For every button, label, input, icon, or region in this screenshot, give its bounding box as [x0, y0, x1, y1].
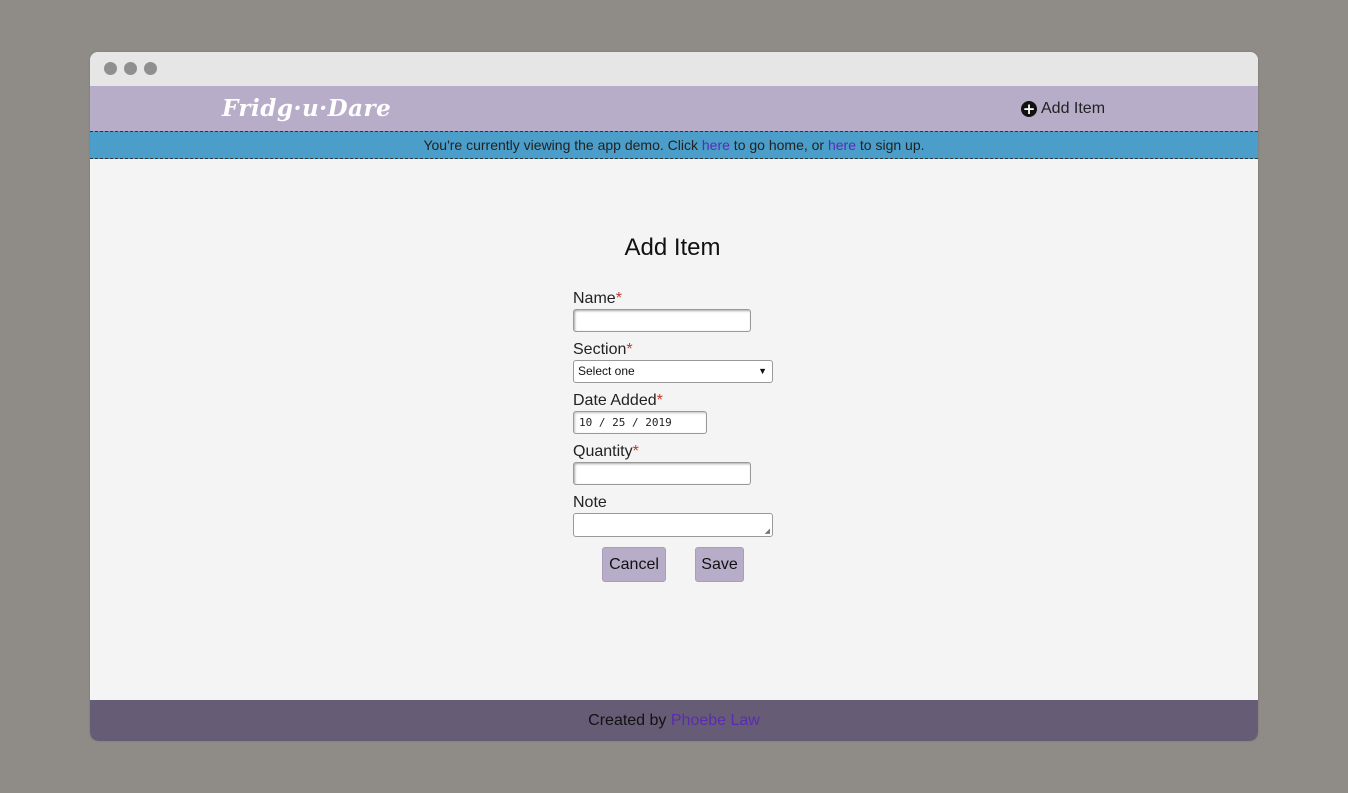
- signup-link[interactable]: here: [828, 137, 856, 153]
- add-item-form: Name* Section* Select one ▼ Date Added* …: [573, 289, 793, 582]
- window-dot-icon: [144, 62, 157, 75]
- required-marker: *: [656, 392, 663, 409]
- footer: Created by Phoebe Law: [90, 700, 1258, 741]
- resize-grip-icon[interactable]: ◢: [765, 528, 770, 535]
- cancel-button[interactable]: Cancel: [602, 547, 666, 582]
- note-label: Note: [573, 494, 607, 511]
- banner-text: to go home, or: [729, 137, 828, 153]
- window-dot-icon: [104, 62, 117, 75]
- dropdown-arrow-icon: ▼: [758, 366, 767, 376]
- banner-text: to sign up.: [856, 137, 925, 153]
- navbar: Fridg·u·Dare + Add Item: [90, 86, 1258, 131]
- required-marker: *: [615, 290, 622, 307]
- required-marker: *: [626, 341, 633, 358]
- form-actions: Cancel Save: [602, 547, 762, 583]
- app-logo[interactable]: Fridg·u·Dare: [222, 95, 391, 122]
- name-label: Name*: [573, 290, 622, 307]
- banner-text: You're currently viewing the app demo. C…: [423, 137, 702, 153]
- author-link[interactable]: Phoebe Law: [671, 712, 760, 729]
- home-link[interactable]: here: [702, 137, 730, 153]
- date-added-input[interactable]: 10 / 25 / 2019: [573, 411, 707, 434]
- section-label: Section*: [573, 341, 633, 358]
- quantity-label: Quantity*: [573, 443, 639, 460]
- section-selected-value: Select one: [578, 364, 635, 378]
- plus-circle-icon: +: [1021, 100, 1037, 118]
- footer-text: Created by: [588, 712, 671, 729]
- required-marker: *: [632, 443, 639, 460]
- save-button[interactable]: Save: [695, 547, 744, 582]
- quantity-input[interactable]: [573, 462, 751, 485]
- date-added-label: Date Added*: [573, 392, 663, 409]
- name-input[interactable]: [573, 309, 751, 332]
- note-textarea[interactable]: ◢: [573, 513, 773, 537]
- window-dot-icon: [124, 62, 137, 75]
- add-item-nav-label: Add Item: [1041, 100, 1106, 117]
- section-select[interactable]: Select one ▼: [573, 360, 773, 383]
- window-titlebar: [90, 52, 1258, 86]
- demo-banner: You're currently viewing the app demo. C…: [90, 131, 1258, 159]
- page-title: Add Item: [624, 234, 721, 261]
- main-content: Add Item Name* Section* Select one ▼ Dat…: [90, 159, 1258, 700]
- browser-window: Fridg·u·Dare + Add Item You're currently…: [90, 52, 1258, 741]
- add-item-nav-link[interactable]: + Add Item: [1021, 98, 1105, 120]
